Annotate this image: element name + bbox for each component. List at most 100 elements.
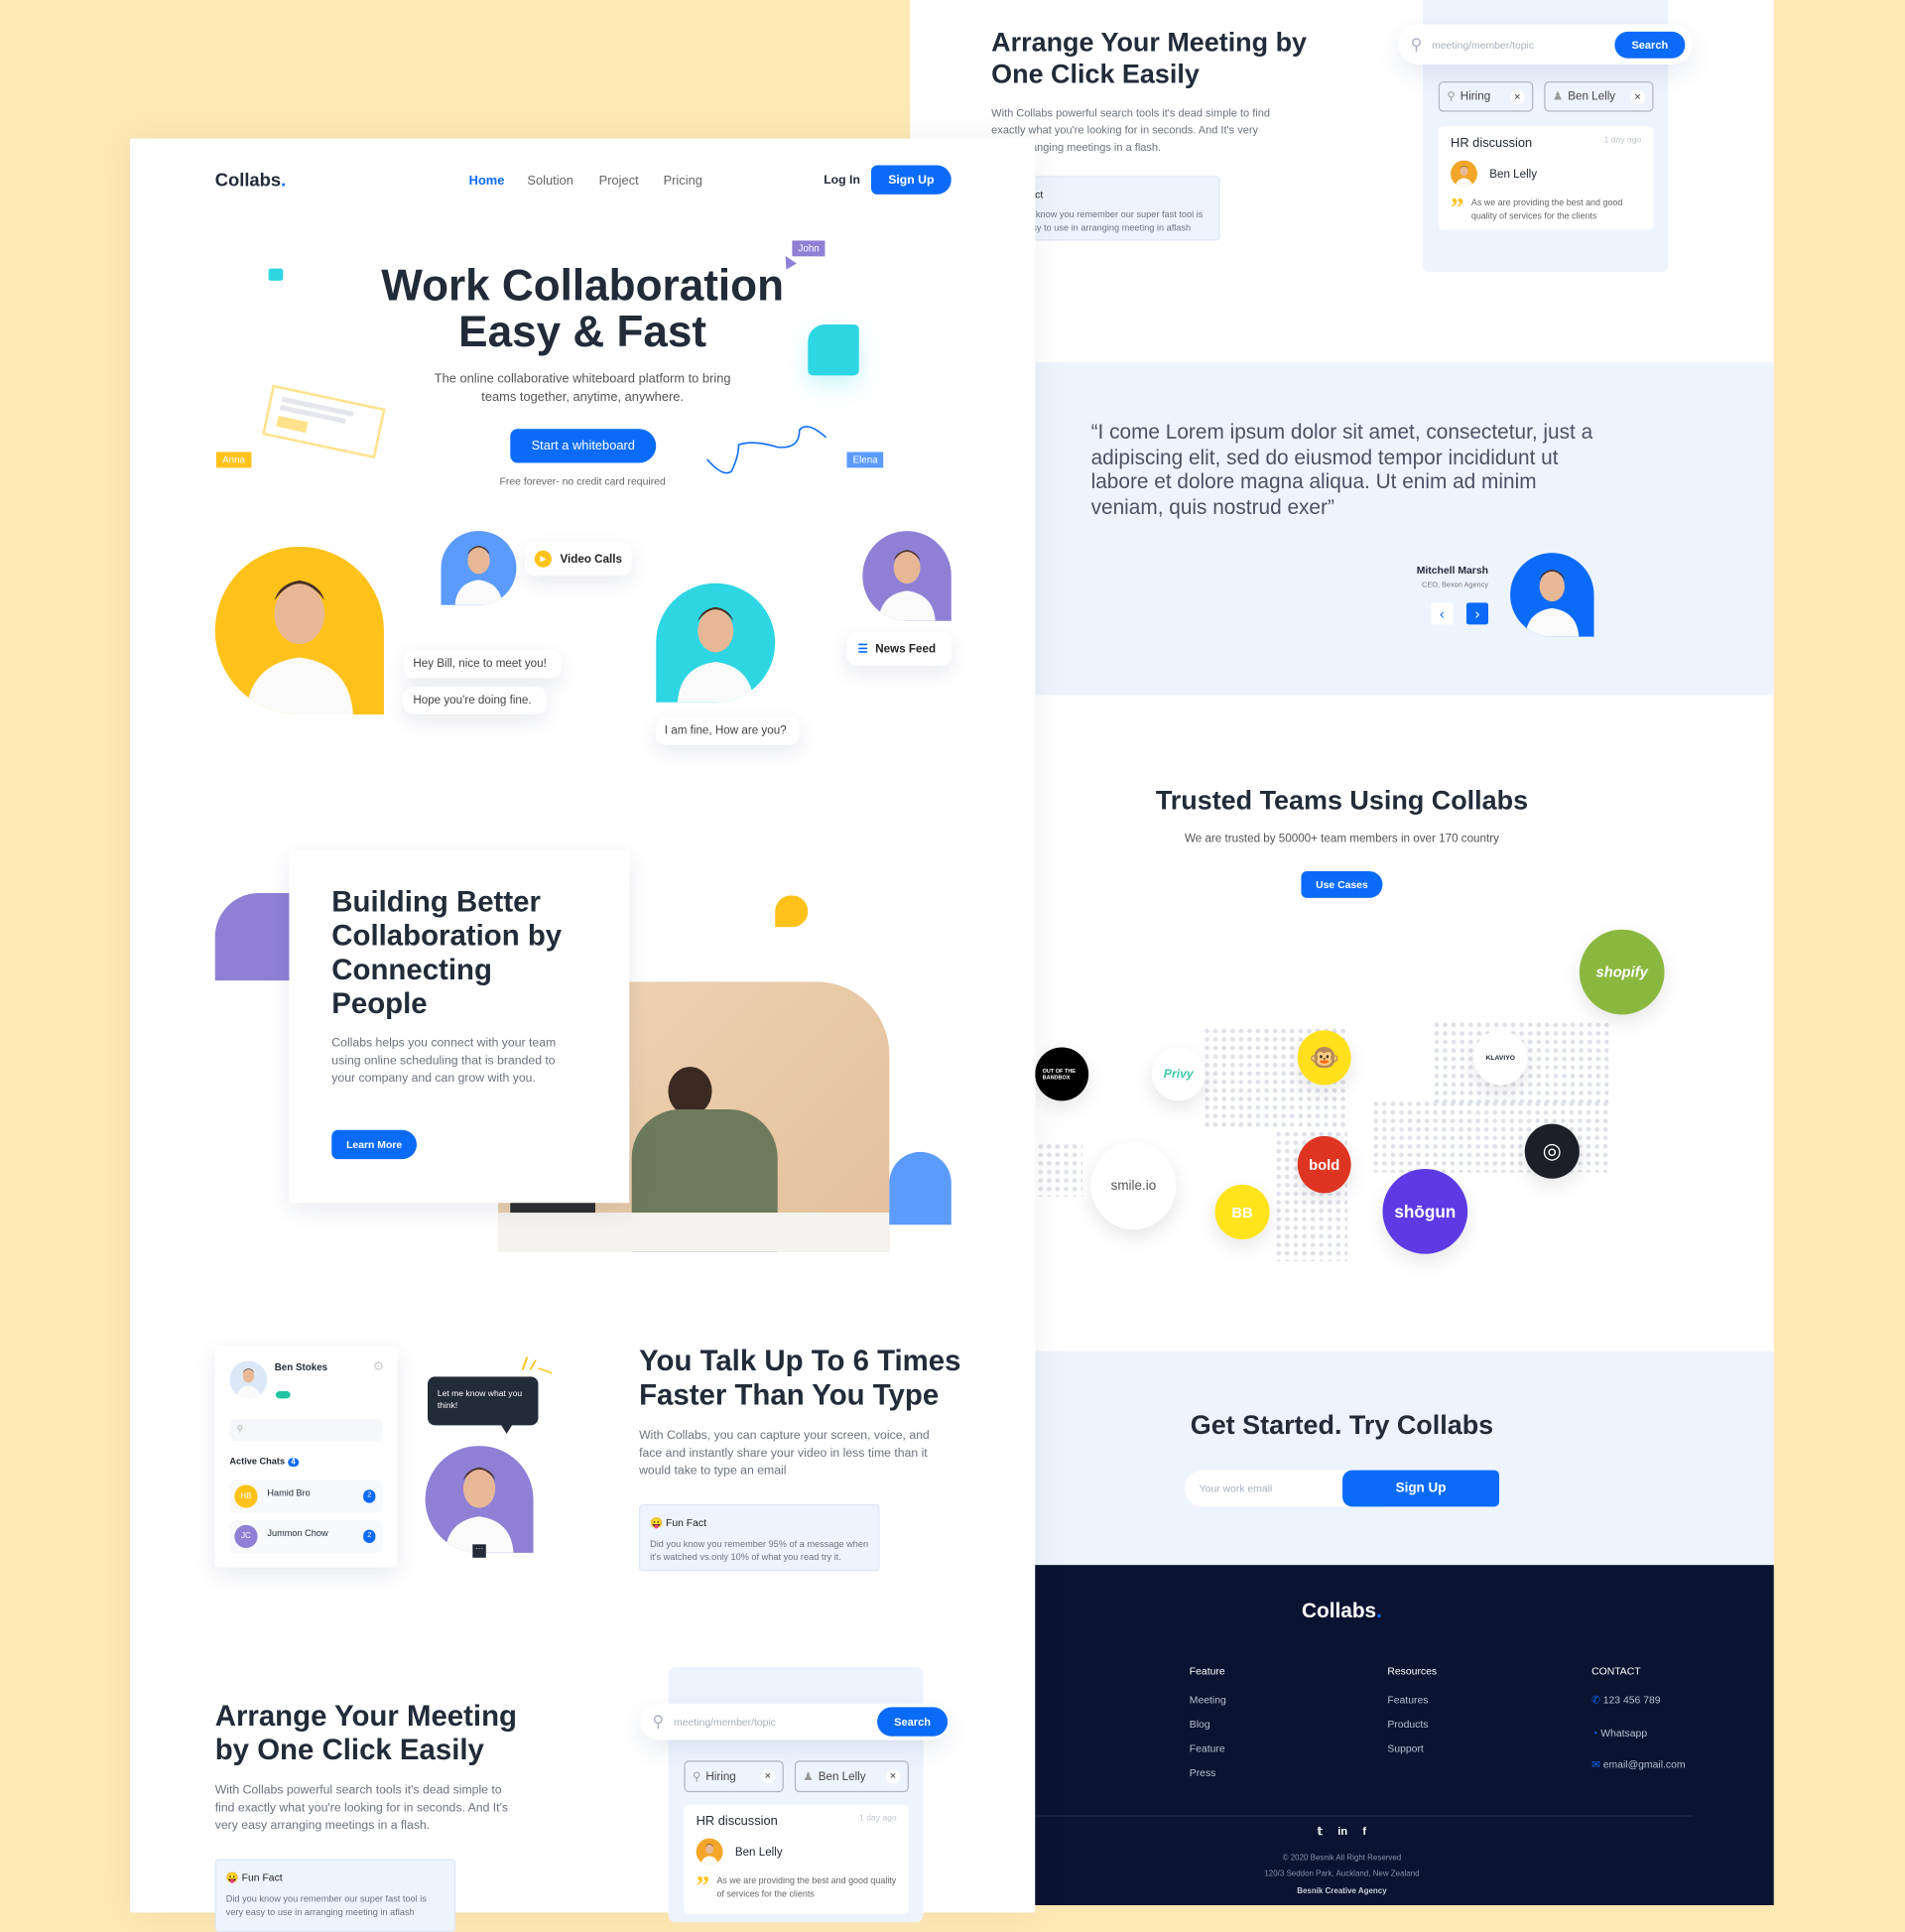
chat-bubble: Hope you're doing fine. — [403, 686, 548, 715]
footer-link[interactable]: Meeting — [1190, 1694, 1226, 1706]
status-toggle[interactable] — [275, 1391, 291, 1399]
card-quote: As we are providing the best and good qu… — [1470, 196, 1623, 221]
chip-hiring[interactable]: ⚲ Hiring ✕ — [684, 1760, 784, 1793]
whatsapp-icon: ◔ — [1591, 1727, 1601, 1739]
phone-icon: ✆ — [1591, 1693, 1603, 1707]
building-title: Building Better Collaboration by Connect… — [331, 885, 563, 1021]
hr-discussion-card[interactable]: HR discussion 1 day ago Ben Lelly ” As we … — [1438, 126, 1654, 230]
chip-ben-lelly[interactable]: ♟ Ben Lelly ✕ — [794, 1760, 909, 1793]
email-input[interactable]: Your work email — [1184, 1470, 1355, 1507]
logo-shogun: shōgun — [1382, 1168, 1468, 1254]
logo-klaviyo: KLAVIYO — [1473, 1030, 1528, 1086]
hero-note: Free forever- no credit card required — [499, 474, 666, 488]
chat-icon — [268, 268, 284, 281]
nav-project[interactable]: Project — [599, 174, 639, 189]
footer-heading: Feature — [1189, 1664, 1225, 1677]
gear-icon[interactable]: ⚙ — [373, 1360, 384, 1373]
video-calls-pill[interactable]: ▶ Video Calls — [524, 542, 632, 577]
person-silhouette — [444, 1467, 514, 1553]
decorative-shape — [889, 1151, 952, 1225]
close-icon[interactable]: ✕ — [1510, 89, 1525, 104]
nav-pricing[interactable]: Pricing — [664, 174, 702, 189]
fun-fact-box: 😛 Fun Fact Did you know you remember our… — [214, 1859, 456, 1932]
sign-up-button[interactable]: Sign Up — [1342, 1470, 1500, 1507]
footer-link[interactable]: Support — [1387, 1742, 1437, 1754]
login-link[interactable]: Log In — [824, 174, 860, 187]
footer-whatsapp[interactable]: Whatsapp — [1600, 1727, 1647, 1739]
chat-user-name: Ben Stokes — [274, 1361, 328, 1373]
avatar: HB — [234, 1484, 258, 1508]
logo-bb: BB — [1214, 1184, 1270, 1239]
more-icon[interactable]: … — [472, 1543, 486, 1558]
close-icon[interactable]: ✕ — [1630, 89, 1645, 104]
squiggle-line — [706, 426, 827, 474]
chip-ben-lelly[interactable]: ♟ Ben Lelly ✕ — [1544, 81, 1654, 112]
search-input[interactable]: meeting/member/topic — [674, 1716, 877, 1728]
learn-more-button[interactable]: Learn More — [331, 1129, 418, 1160]
news-feed-pill[interactable]: ☰ News Feed — [846, 631, 952, 667]
footer-email[interactable]: email@gmail.com — [1603, 1758, 1686, 1770]
footer-link[interactable]: Products — [1387, 1718, 1437, 1730]
world-map-dots — [1036, 1142, 1083, 1198]
chip-hiring[interactable]: ⚲ Hiring ✕ — [1438, 81, 1534, 112]
chat-row[interactable]: HB Hamid Bro 2 — [229, 1480, 383, 1513]
logo-smile-io: smile.io — [1090, 1142, 1177, 1230]
chip-label: Ben Lelly — [1568, 89, 1616, 104]
fun-fact-text: Did you know you remember 95% of a messa… — [650, 1538, 869, 1563]
search-bar[interactable]: ⚲ meeting/member/topic Search — [1398, 24, 1693, 64]
quote-icon: ” — [1451, 192, 1464, 223]
speech-bubble: Let me know what you think! — [428, 1376, 539, 1426]
footer-contact-column: CONTACT ✆ 123 456 789 ◔ Whatsapp ✉ email… — [1591, 1665, 1685, 1784]
footer-link[interactable]: Features — [1387, 1694, 1437, 1706]
avatar-photo — [656, 582, 776, 703]
search-bar[interactable]: ⚲ meeting/member/topic Search — [640, 1703, 949, 1740]
logo-dark-circle-icon: ◎ — [1524, 1123, 1580, 1179]
footer-link[interactable]: Blog — [1190, 1718, 1226, 1730]
person-silhouette — [1525, 570, 1580, 637]
footer-divider — [1035, 1815, 1693, 1817]
hr-discussion-card[interactable]: HR discussion 1 day ago Ben Lelly ” As we … — [684, 1804, 909, 1914]
trusted-title: Trusted Teams Using Collabs — [1155, 785, 1529, 816]
logo[interactable]: Collabs. — [215, 170, 286, 191]
get-started-section: Get Started. Try Collabs Your work email… — [910, 1351, 1774, 1566]
chat-row[interactable]: JC Jummon Chow 2 — [229, 1519, 383, 1553]
building-text: Collabs helps you connect with your team… — [331, 1036, 557, 1086]
search-input[interactable]: meeting/member/topic — [1432, 39, 1614, 51]
linkedin-icon[interactable]: in — [1337, 1825, 1347, 1837]
active-chats-label: Active Chats 4 — [229, 1456, 300, 1467]
start-whiteboard-button[interactable]: Start a whiteboard — [510, 429, 657, 463]
prev-arrow-button[interactable]: ‹ — [1431, 602, 1454, 625]
close-icon[interactable]: ✕ — [760, 1768, 776, 1784]
avatar — [696, 1838, 723, 1866]
footer-phone[interactable]: 123 456 789 — [1603, 1694, 1661, 1706]
next-arrow-button[interactable]: › — [1465, 602, 1489, 625]
use-cases-button[interactable]: Use Cases — [1301, 870, 1383, 898]
person-silhouette — [236, 1368, 261, 1399]
avatar-photo — [862, 531, 952, 621]
chat-search[interactable]: ⚲ — [229, 1419, 383, 1442]
mail-icon: ✉ — [1591, 1757, 1603, 1771]
twitter-icon[interactable]: 𝕥 — [1318, 1825, 1323, 1837]
avatar — [1451, 160, 1477, 188]
facebook-icon[interactable]: f — [1362, 1825, 1366, 1837]
count-badge: 2 — [363, 1489, 376, 1503]
signup-button[interactable]: Sign Up — [870, 165, 952, 194]
search-icon: ⚲ — [236, 1425, 244, 1434]
close-icon[interactable]: ✕ — [885, 1768, 901, 1784]
person-silhouette — [245, 580, 353, 715]
search-button[interactable]: Search — [1614, 31, 1686, 59]
list-icon: ☰ — [857, 642, 868, 656]
footer-link[interactable]: Feature — [1190, 1742, 1226, 1754]
search-button[interactable]: Search — [877, 1707, 949, 1737]
nav-home[interactable]: Home — [469, 174, 505, 189]
avatar-photo — [425, 1446, 534, 1553]
get-started-title: Get Started. Try Collabs — [1190, 1409, 1494, 1441]
nav-solution[interactable]: Solution — [527, 174, 572, 189]
testimonial-quote: “I come Lorem ipsum dolor sit amet, cons… — [1090, 420, 1593, 519]
decorative-square — [808, 323, 859, 376]
user-icon: ♟ — [1552, 89, 1564, 104]
search-icon: ⚲ — [652, 1712, 665, 1731]
arrange-text: With Collabs powerful search tools it's … — [214, 1783, 509, 1833]
footer-link[interactable]: Press — [1190, 1766, 1226, 1778]
arrange-title: Arrange Your Meeting by One Click Easily — [214, 1700, 518, 1767]
